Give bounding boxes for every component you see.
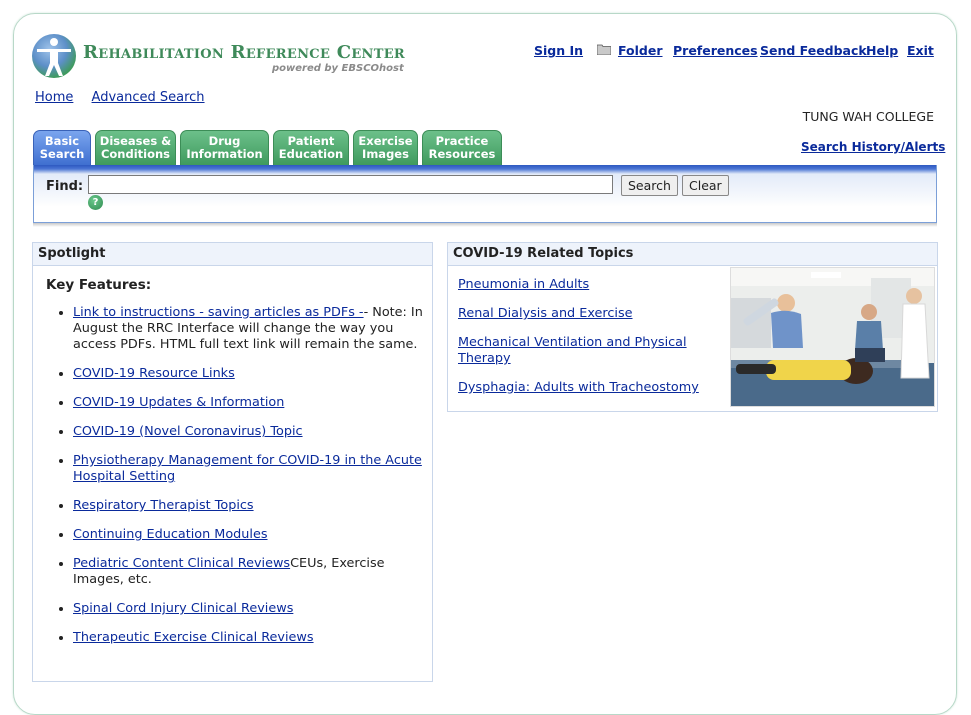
tab-label-line2: Education	[278, 147, 344, 161]
topic-link-renal-dialysis[interactable]: Renal Dialysis and Exercise	[458, 306, 633, 321]
list-item: Continuing Education Modules	[73, 527, 433, 543]
feature-link[interactable]: COVID-19 Resource Links	[73, 366, 235, 381]
list-item: COVID-19 Updates & Information	[73, 395, 433, 411]
key-features-list: Link to instructions - saving articles a…	[53, 305, 433, 659]
tab-basic-search[interactable]: Basic Search	[33, 130, 91, 165]
powered-by-label: powered by EBSCOhost	[272, 63, 404, 74]
search-input[interactable]	[88, 175, 613, 194]
tab-patient-education[interactable]: Patient Education	[273, 130, 349, 165]
covid-topics-heading: COVID-19 Related Topics	[448, 243, 937, 266]
covid-topics-list: Pneumonia in Adults Renal Dialysis and E…	[458, 277, 718, 409]
tab-label-line2: Search	[39, 147, 85, 161]
tab-label-line2: Images	[362, 147, 409, 161]
feature-link[interactable]: Link to instructions - saving articles a…	[73, 305, 364, 320]
topic-link-dysphagia[interactable]: Dysphagia: Adults with Tracheostomy	[458, 380, 699, 395]
tab-practice-resources[interactable]: Practice Resources	[422, 130, 502, 165]
feature-link[interactable]: Continuing Education Modules	[73, 527, 268, 542]
search-panel-shadow	[33, 223, 937, 227]
key-features-heading: Key Features:	[46, 277, 152, 293]
send-feedback-link[interactable]: Send Feedback	[760, 43, 867, 58]
list-item: Link to instructions - saving articles a…	[73, 305, 433, 353]
search-panel: Find: Search Clear ?	[33, 165, 937, 223]
advanced-search-link[interactable]: Advanced Search	[92, 90, 205, 105]
list-item: Physiotherapy Management for COVID-19 in…	[73, 453, 433, 485]
sub-nav: Home Advanced Search	[35, 90, 219, 105]
feature-link[interactable]: Spinal Cord Injury Clinical Reviews	[73, 601, 293, 616]
feature-link[interactable]: Pediatric Content Clinical Reviews	[73, 556, 290, 571]
sign-in-link[interactable]: Sign In	[534, 43, 583, 58]
institution-name: TUNG WAH COLLEGE	[802, 109, 934, 124]
spotlight-heading: Spotlight	[33, 243, 432, 266]
list-item: COVID-19 (Novel Coronavirus) Topic	[73, 424, 433, 440]
search-history-alerts-link[interactable]: Search History/Alerts	[801, 140, 945, 154]
tab-label-line2: Resources	[428, 147, 496, 161]
list-item: COVID-19 Resource Links	[73, 366, 433, 382]
feature-link[interactable]: COVID-19 (Novel Coronavirus) Topic	[73, 424, 303, 439]
therapy-photo	[730, 267, 935, 407]
list-item: Pediatric Content Clinical ReviewsCEUs, …	[73, 556, 433, 588]
brand-title: Rehabilitation Reference Center	[83, 42, 406, 63]
tab-diseases-conditions[interactable]: Diseases & Conditions	[95, 130, 176, 165]
tab-exercise-images[interactable]: Exercise Images	[353, 130, 418, 165]
folder-icon[interactable]	[597, 44, 611, 55]
tab-label-line2: Conditions	[100, 147, 171, 161]
feature-link[interactable]: Respiratory Therapist Topics	[73, 498, 254, 513]
find-label: Find:	[46, 179, 84, 194]
search-button[interactable]: Search	[621, 175, 678, 196]
feature-link[interactable]: Physiotherapy Management for COVID-19 in…	[73, 453, 422, 484]
topic-link-mechanical-ventilation[interactable]: Mechanical Ventilation and Physical Ther…	[458, 335, 687, 366]
exit-link[interactable]: Exit	[907, 43, 934, 58]
list-item: Therapeutic Exercise Clinical Reviews	[73, 630, 433, 646]
list-item: Respiratory Therapist Topics	[73, 498, 433, 514]
feature-link[interactable]: Therapeutic Exercise Clinical Reviews	[73, 630, 314, 645]
topic-link-pneumonia[interactable]: Pneumonia in Adults	[458, 277, 589, 292]
help-link[interactable]: Help	[866, 43, 898, 58]
preferences-link[interactable]: Preferences	[673, 43, 758, 58]
list-item: Spinal Cord Injury Clinical Reviews	[73, 601, 433, 617]
list-item: Dysphagia: Adults with Tracheostomy	[458, 380, 718, 396]
home-link[interactable]: Home	[35, 90, 73, 105]
folder-link[interactable]: Folder	[618, 43, 663, 58]
clear-button[interactable]: Clear	[682, 175, 729, 196]
tab-drug-information[interactable]: Drug Information	[180, 130, 269, 165]
rrc-logo-icon	[32, 34, 76, 78]
list-item: Pneumonia in Adults	[458, 277, 718, 293]
spotlight-panel: Spotlight Key Features: Link to instruct…	[32, 242, 433, 682]
covid-topics-panel: COVID-19 Related Topics Pneumonia in Adu…	[447, 242, 938, 412]
feature-link[interactable]: COVID-19 Updates & Information	[73, 395, 284, 410]
list-item: Renal Dialysis and Exercise	[458, 306, 718, 322]
list-item: Mechanical Ventilation and Physical Ther…	[458, 335, 718, 367]
tab-label-line2: Information	[186, 147, 263, 161]
search-help-icon[interactable]: ?	[88, 195, 103, 210]
